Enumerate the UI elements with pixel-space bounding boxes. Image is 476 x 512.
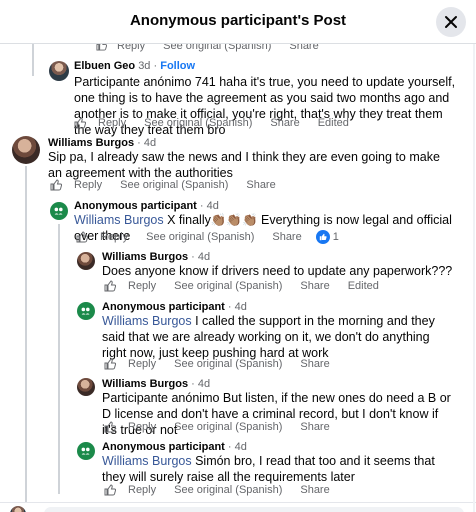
like-icon[interactable] — [104, 280, 116, 292]
comment-actions: Reply See original (Spanish) Share — [96, 44, 319, 54]
comment-actions: Reply See original (Spanish) Share Edite… — [74, 117, 367, 129]
comment-author-line: Anonymous participant · 4d — [102, 301, 247, 313]
thread-line — [58, 224, 60, 494]
see-original-link[interactable]: See original (Spanish) — [174, 358, 282, 370]
reply-link[interactable]: Reply — [98, 117, 126, 129]
comment-time[interactable]: · 4d — [191, 378, 210, 390]
comment-author[interactable]: Anonymous participant — [102, 301, 225, 313]
comment-author-line: Williams Burgos · 4d — [102, 251, 210, 263]
like-icon[interactable] — [104, 358, 116, 370]
comment-text: Does anyone know if drivers need to upda… — [102, 264, 453, 278]
share-link[interactable]: Share — [300, 280, 329, 292]
reaction-count: 1 — [332, 231, 339, 243]
like-icon[interactable] — [104, 421, 116, 433]
comment-time[interactable]: · 4d — [191, 251, 210, 263]
see-original-link[interactable]: See original (Spanish) — [146, 231, 254, 243]
reply-link[interactable]: Reply — [128, 280, 156, 292]
see-original-link[interactable]: See original (Spanish) — [163, 44, 271, 54]
avatar — [10, 506, 26, 512]
comment-author[interactable]: Elbuen Geo — [74, 60, 135, 72]
comment-time[interactable]: 3d — [138, 60, 150, 72]
see-original-link[interactable]: See original (Spanish) — [174, 484, 282, 496]
anonymous-icon — [81, 308, 91, 315]
comment-input-field[interactable] — [44, 507, 464, 512]
see-original-link[interactable]: See original (Spanish) — [174, 421, 282, 433]
comment-actions: Reply See original (Spanish) Share — [104, 484, 348, 496]
share-link[interactable]: Share — [272, 231, 301, 243]
avatar[interactable] — [77, 378, 95, 396]
thread-line — [32, 44, 34, 76]
comment-actions: Reply See original (Spanish) Share Edite… — [104, 280, 397, 292]
comment-time[interactable]: · 4d — [228, 441, 247, 453]
mention-link[interactable]: Williams Burgos — [102, 314, 192, 328]
comment-text: Williams Burgos I called the support in … — [102, 313, 442, 361]
anonymous-icon — [81, 448, 91, 455]
like-reaction-icon — [315, 230, 330, 244]
share-link[interactable]: Share — [270, 117, 299, 129]
reply-link[interactable]: Reply — [128, 358, 156, 370]
comment-author-line: Elbuen Geo 3d · Follow — [74, 60, 195, 72]
reply-link[interactable]: Reply — [128, 421, 156, 433]
comment-time[interactable]: · 4d — [200, 200, 219, 212]
comment-text: Sip pa, I already saw the news and I thi… — [48, 150, 440, 180]
avatar[interactable] — [49, 61, 69, 81]
reply-link[interactable]: Reply — [100, 231, 128, 243]
edited-label: Edited — [347, 280, 379, 292]
avatar[interactable] — [50, 202, 68, 220]
close-button[interactable] — [436, 7, 466, 37]
comments-scroll-area[interactable]: Reply See original (Spanish) Share Elbue… — [0, 44, 476, 512]
comment-text: Williams Burgos Simón bro, I read that t… — [102, 453, 452, 485]
share-link[interactable]: Share — [246, 179, 275, 191]
thread-line — [25, 166, 27, 506]
see-original-link[interactable]: See original (Spanish) — [144, 117, 252, 129]
comment-author[interactable]: Anonymous participant — [74, 200, 197, 212]
share-link[interactable]: Share — [289, 44, 318, 54]
mention-link[interactable]: Williams Burgos — [74, 213, 164, 227]
reply-link[interactable]: Reply — [117, 44, 145, 54]
share-link[interactable]: Share — [300, 484, 329, 496]
like-icon[interactable] — [104, 484, 116, 496]
reply-link[interactable]: Reply — [128, 484, 156, 496]
comment-author[interactable]: Anonymous participant — [102, 441, 225, 453]
comment-input-bar[interactable] — [0, 502, 476, 512]
anonymous-icon — [54, 208, 64, 215]
comment-time[interactable]: · 4d — [228, 301, 247, 313]
dialog-title: Anonymous participant's Post — [129, 12, 347, 29]
comment-author[interactable]: Williams Burgos — [102, 378, 188, 390]
comment-author-line: Anonymous participant · 4d — [102, 441, 247, 453]
comment-actions: Reply See original (Spanish) Share — [104, 421, 348, 433]
comment-author-line: Anonymous participant · 4d — [74, 200, 219, 212]
avatar[interactable] — [12, 136, 40, 164]
avatar[interactable] — [77, 442, 95, 460]
like-icon[interactable] — [96, 44, 108, 54]
separator: · — [153, 60, 158, 72]
see-original-link[interactable]: See original (Spanish) — [120, 179, 228, 191]
mention-link[interactable]: Williams Burgos — [102, 454, 192, 468]
like-icon[interactable] — [76, 231, 88, 243]
comment-actions: Reply See original (Spanish) Share 1 — [76, 230, 375, 244]
comment-actions: Reply See original (Spanish) Share — [50, 179, 294, 191]
share-link[interactable]: Share — [300, 421, 329, 433]
comment-time[interactable]: · 4d — [137, 137, 156, 149]
share-link[interactable]: Share — [300, 358, 329, 370]
comment-author-line: Williams Burgos · 4d — [102, 378, 210, 390]
edited-label: Edited — [317, 117, 349, 129]
comment-actions: Reply See original (Spanish) Share — [104, 358, 348, 370]
scrollbar[interactable] — [473, 44, 475, 512]
comment-author[interactable]: Williams Burgos — [102, 251, 188, 263]
like-icon[interactable] — [74, 117, 86, 129]
reply-link[interactable]: Reply — [74, 179, 102, 191]
see-original-link[interactable]: See original (Spanish) — [174, 280, 282, 292]
avatar[interactable] — [77, 302, 95, 320]
post-dialog-header: Anonymous participant's Post — [0, 0, 476, 44]
reaction-summary[interactable]: 1 — [315, 230, 357, 244]
close-icon — [445, 16, 457, 28]
like-icon[interactable] — [50, 179, 62, 191]
comment-author-line: Williams Burgos · 4d — [48, 137, 156, 149]
avatar[interactable] — [77, 252, 95, 270]
follow-button[interactable]: Follow — [160, 60, 195, 72]
comment-author[interactable]: Williams Burgos — [48, 137, 134, 149]
